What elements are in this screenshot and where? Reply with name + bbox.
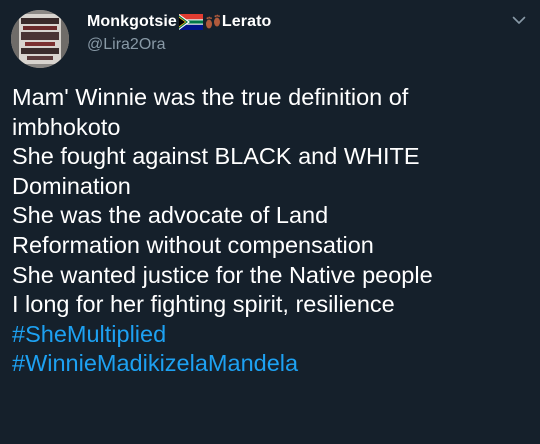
display-name-part1[interactable]: Monkgotsie (87, 13, 177, 31)
hashtag-link-winniemadikizelamandela[interactable]: #WinnieMadikizelaMandela (12, 349, 532, 379)
tweet-line: imbhokoto (12, 113, 121, 140)
tweet-line: Reformation without compensation (12, 231, 374, 258)
tweet-line: Domination (12, 172, 131, 199)
tweet-line: Mam' Winnie was the true definition of (12, 84, 409, 110)
footprints-icon (205, 14, 220, 29)
author-name-row[interactable]: Monkgotsie Lerato (87, 11, 271, 33)
tweet-line: I long for her fighting spirit, resilien… (12, 291, 395, 318)
hashtag-link-shemultiplied[interactable]: #SheMultiplied (12, 320, 532, 350)
display-name-part2[interactable]: Lerato (222, 13, 272, 31)
author-handle[interactable]: @Lira2Ora (87, 36, 166, 54)
avatar[interactable] (11, 10, 69, 68)
chevron-down-icon[interactable] (511, 12, 527, 28)
avatar-image (11, 10, 69, 68)
tweet-card: Monkgotsie Lerato @Lira2Ora Mam' Winnie … (0, 0, 540, 444)
tweet-line: She was the advocate of Land (12, 202, 329, 229)
tweet-text: Mam' Winnie was the true definition of i… (12, 83, 532, 379)
tweet-line: She wanted justice for the Native people (12, 261, 433, 288)
south-africa-flag-icon (178, 14, 203, 30)
tweet-line: She fought against BLACK and WHITE (12, 143, 420, 170)
